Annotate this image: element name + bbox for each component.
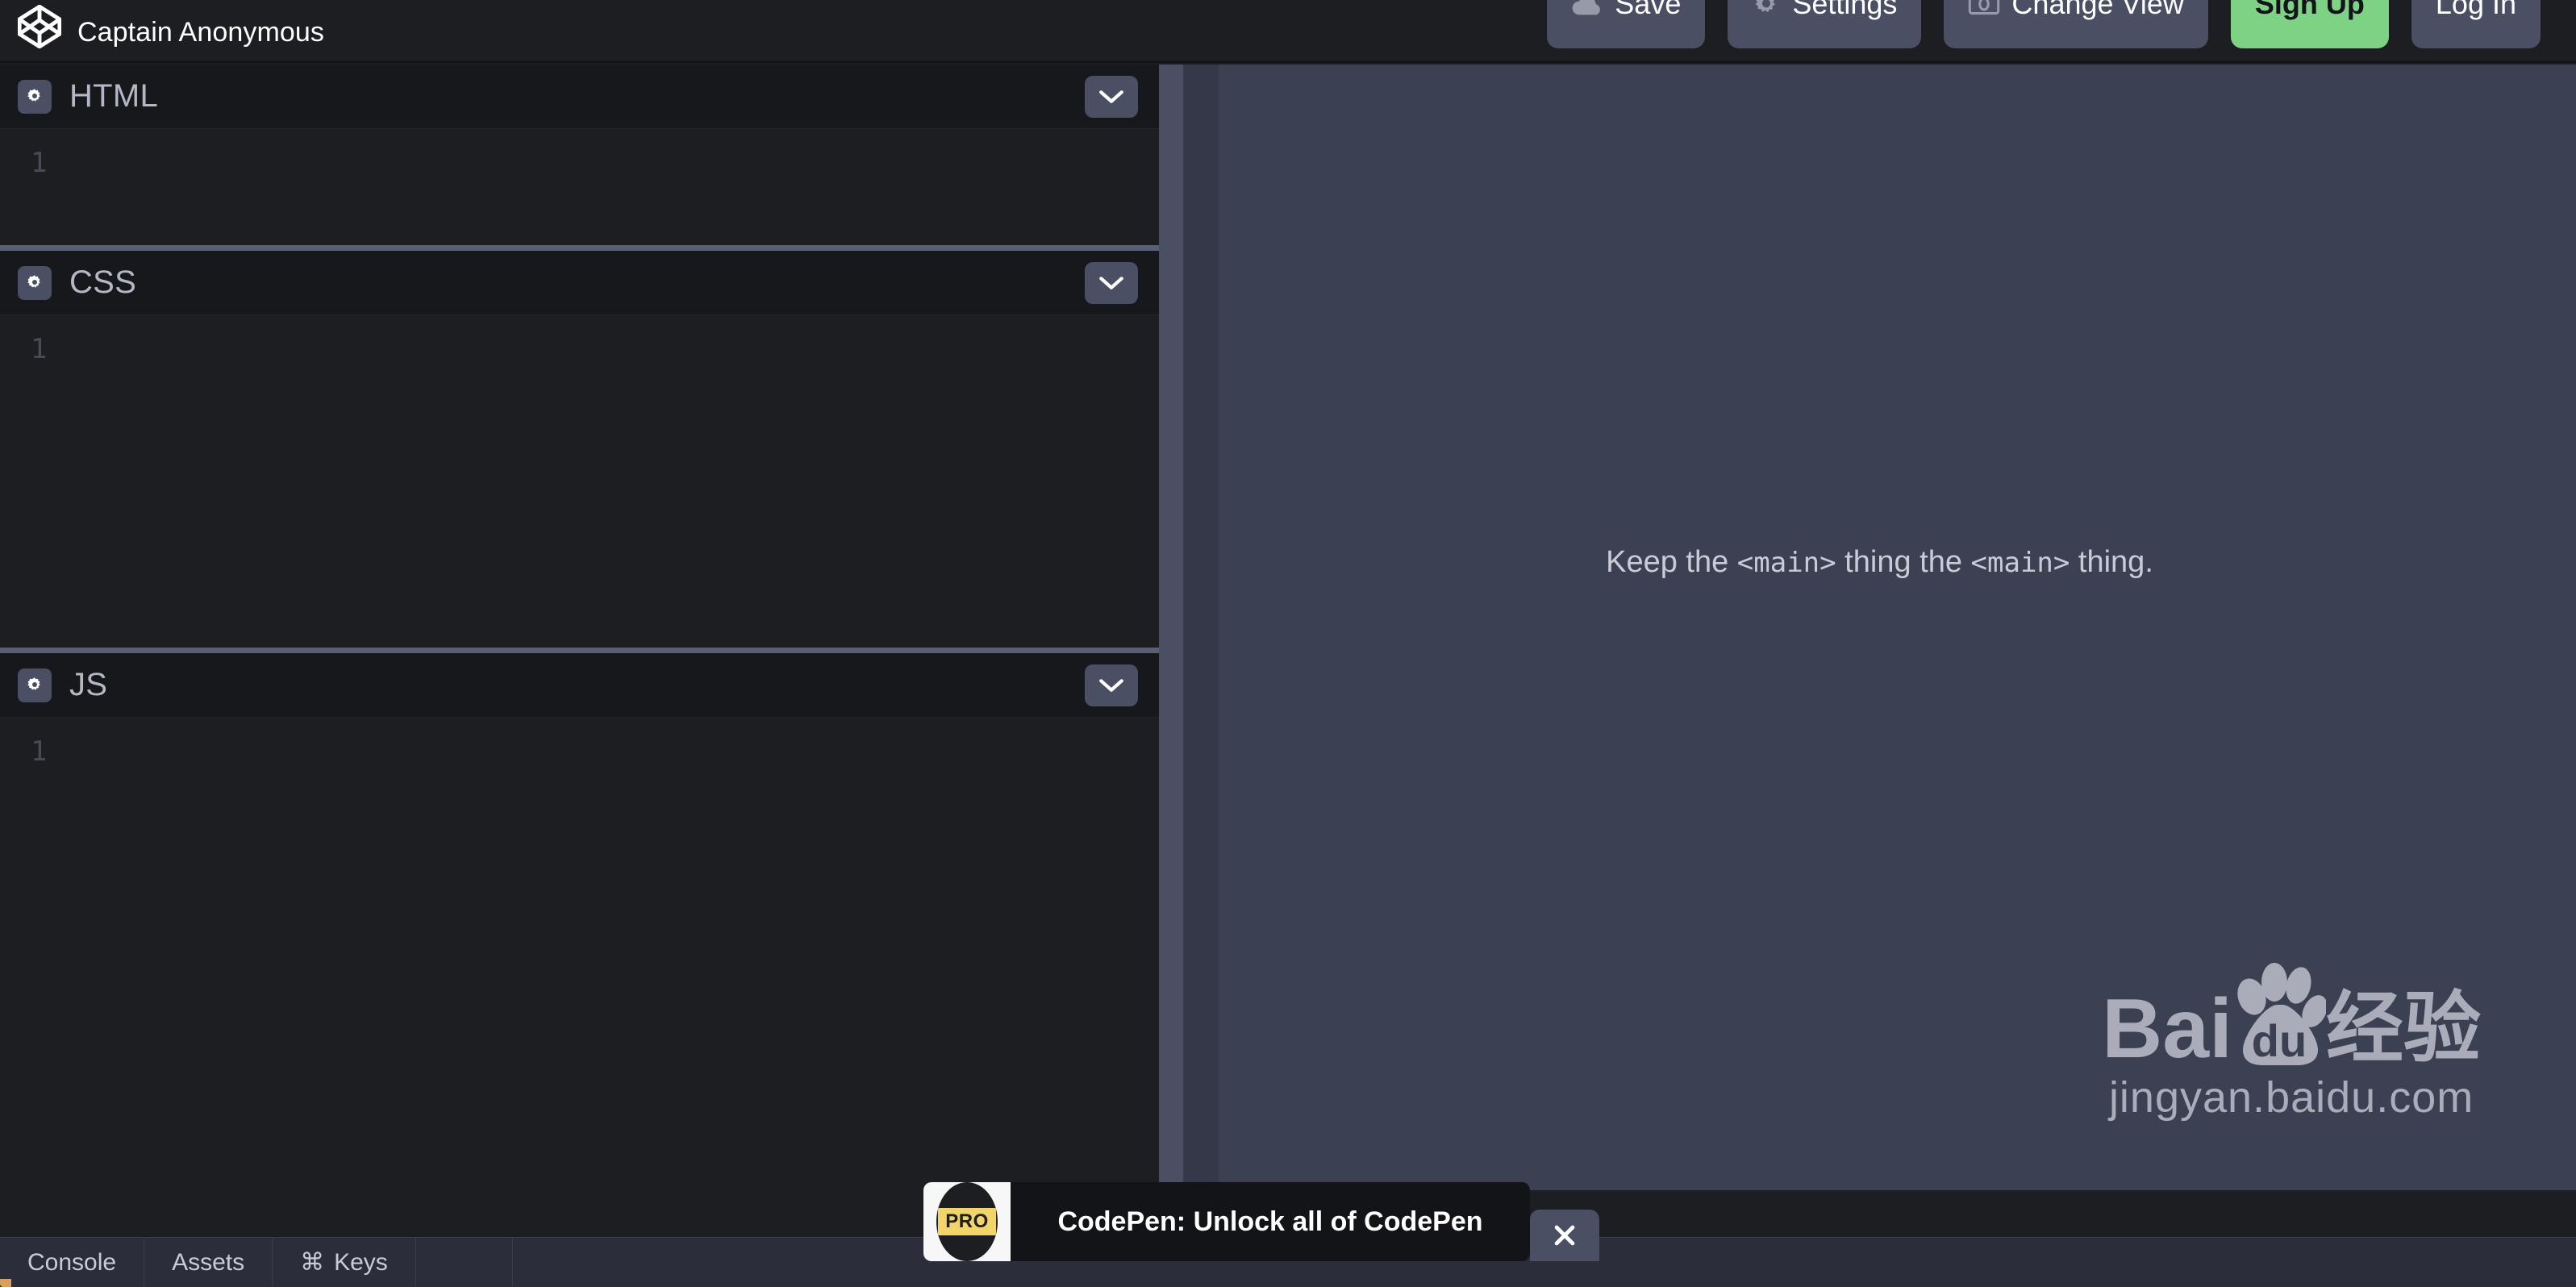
watermark-logo-row: Bai du 经验 <box>2102 961 2481 1077</box>
pro-banner-close-button[interactable] <box>1530 1210 1599 1261</box>
editor-pane-html: HTML 1 <box>0 65 1159 245</box>
brand-name-label: Captain Anonymous <box>77 16 325 48</box>
console-button-label: Console <box>27 1248 117 1276</box>
preview-pane[interactable]: Keep the <main> thing the <main> thing. … <box>1183 65 2576 1190</box>
gear-icon <box>27 88 40 102</box>
pro-promo-banner[interactable]: PRO CodePen: Unlock all of CodePen <box>923 1182 1599 1261</box>
preview-content-text: Keep the <main> thing the <main> thing. <box>1183 545 2576 580</box>
css-code-area[interactable]: 1 <box>0 315 1159 648</box>
pane-header-css: CSS <box>0 251 1159 315</box>
pane-title-html: HTML <box>69 78 159 114</box>
keys-button[interactable]: ⌘ Keys <box>273 1237 416 1287</box>
html-line-number: 1 <box>31 147 48 179</box>
pro-badge-oval: PRO <box>936 1182 998 1261</box>
pro-banner-message: CodePen: Unlock all of CodePen <box>1057 1206 1483 1237</box>
cloud-icon <box>1571 0 1603 16</box>
js-line-number: 1 <box>31 735 48 768</box>
codepen-logo-icon <box>18 5 61 48</box>
editor-pane-js: JS 1 <box>0 653 1159 1195</box>
html-code-area[interactable]: 1 <box>0 129 1159 245</box>
gear-icon <box>1752 0 1781 19</box>
preview-text-middle: thing the <box>1836 545 1971 579</box>
js-code-area[interactable]: 1 <box>0 718 1159 1195</box>
monitor-icon <box>1968 0 2000 16</box>
baidu-paw-icon: du <box>2237 963 2326 1066</box>
pane-title-js: JS <box>69 667 108 702</box>
pane-title-css: CSS <box>69 264 137 300</box>
console-button[interactable]: Console <box>0 1237 145 1287</box>
editor-column: HTML 1 CSS 1 JS 1 <box>0 65 1159 1195</box>
preview-left-strip <box>1183 65 1219 1190</box>
editor-pane-css: CSS 1 <box>0 251 1159 648</box>
css-line-number: 1 <box>31 333 48 365</box>
log-in-button[interactable]: Log In <box>2411 0 2541 48</box>
pro-badge: PRO <box>923 1182 1011 1261</box>
command-icon: ⌘ <box>300 1249 325 1276</box>
save-button-label: Save <box>1615 0 1682 20</box>
assets-button[interactable]: Assets <box>144 1237 273 1287</box>
watermark-cn-label: 经验 <box>2326 985 2481 1072</box>
assets-button-label: Assets <box>172 1248 245 1276</box>
chevron-down-icon <box>1099 678 1123 692</box>
js-settings-button[interactable] <box>18 668 52 702</box>
chevron-down-icon <box>1099 276 1123 289</box>
pane-resize-handle-html-css[interactable] <box>0 245 1159 251</box>
watermark-bai-label: Bai <box>2102 982 2232 1077</box>
editor-preview-resize-handle[interactable] <box>1159 65 1183 1190</box>
preview-text-before: Keep the <box>1606 545 1737 579</box>
chevron-down-icon <box>1099 90 1123 103</box>
pane-resize-handle-css-js[interactable] <box>0 648 1159 653</box>
baidu-jingyan-watermark: Bai du 经验 jingyan.baidu.com <box>2102 961 2481 1122</box>
pro-banner-body[interactable]: CodePen: Unlock all of CodePen <box>1011 1182 1530 1261</box>
pane-header-html: HTML <box>0 65 1159 129</box>
pane-header-js: JS <box>0 653 1159 718</box>
change-view-button-label: Change View <box>2011 0 2184 20</box>
log-in-button-label: Log In <box>2435 0 2516 20</box>
codepen-editor-app: Captain Anonymous Save Settings Change V… <box>0 0 2576 1287</box>
watermark-url-label: jingyan.baidu.com <box>2108 1073 2474 1122</box>
keys-button-label: Keys <box>334 1248 388 1276</box>
brand-area[interactable]: Captain Anonymous <box>18 5 325 48</box>
settings-button[interactable]: Settings <box>1728 0 1922 48</box>
sign-up-button[interactable]: Sign Up <box>2230 0 2389 48</box>
css-collapse-button[interactable] <box>1085 261 1138 304</box>
html-collapse-button[interactable] <box>1085 75 1138 118</box>
corner-accent <box>0 1279 11 1287</box>
preview-code-main-one: <main> <box>1736 547 1836 579</box>
gear-icon <box>27 677 40 690</box>
css-settings-button[interactable] <box>18 265 52 300</box>
pro-badge-label: PRO <box>938 1208 996 1235</box>
close-icon <box>1554 1225 1575 1246</box>
preview-text-after: thing. <box>2070 545 2153 579</box>
change-view-button[interactable]: Change View <box>1944 0 2208 48</box>
svg-text:du: du <box>2252 1015 2307 1066</box>
gear-icon <box>27 274 40 288</box>
top-header-bar: Captain Anonymous Save Settings Change V… <box>0 0 2576 63</box>
sign-up-button-label: Sign Up <box>2254 0 2365 20</box>
save-button[interactable]: Save <box>1547 0 1706 48</box>
settings-button-label: Settings <box>1792 0 1898 20</box>
header-actions: Save Settings Change View Sign Up Log In <box>1547 0 2541 61</box>
preview-code-main-two: <main> <box>1970 547 2070 579</box>
js-collapse-button[interactable] <box>1085 664 1138 706</box>
html-settings-button[interactable] <box>18 79 52 114</box>
bottom-toolbar-spacer <box>416 1237 513 1287</box>
